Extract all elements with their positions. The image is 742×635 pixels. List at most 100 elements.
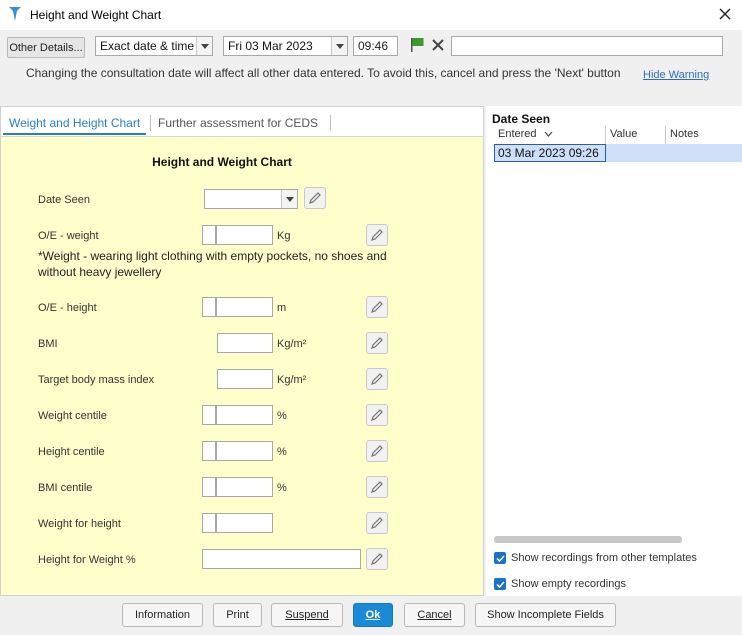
- pencil-icon: [371, 517, 383, 529]
- print-button[interactable]: Print: [213, 603, 262, 627]
- weight-centile-input[interactable]: [216, 405, 273, 425]
- column-header-entered[interactable]: Entered: [498, 128, 553, 144]
- pencil-icon: [371, 445, 383, 457]
- pencil-icon: [371, 337, 383, 349]
- bmi-unit: Kg/m²: [277, 338, 307, 350]
- consultation-free-text-input[interactable]: [451, 36, 723, 56]
- weight-qualifier-input[interactable]: [202, 225, 216, 245]
- date-change-warning: Changing the consultation date will affe…: [26, 66, 621, 80]
- cancel-button[interactable]: Cancel: [404, 603, 465, 627]
- clear-icon[interactable]: [430, 37, 446, 53]
- bmi-centile-unit: %: [277, 482, 287, 494]
- horizontal-scrollbar[interactable]: [494, 536, 682, 543]
- recordings-panel-title: Date Seen: [492, 112, 551, 126]
- form-title: Height and Weight Chart: [152, 155, 292, 169]
- pencil-icon: [371, 301, 383, 313]
- weight-centile-qualifier-input[interactable]: [202, 405, 216, 425]
- field-label-target-bmi: Target body mass index: [38, 374, 155, 386]
- form-area: Height and Weight Chart Date Seen O/E - …: [1, 137, 483, 595]
- bmi-edit-button[interactable]: [366, 332, 388, 354]
- time-input[interactable]: 09:46: [353, 36, 398, 56]
- height-centile-edit-button[interactable]: [366, 440, 388, 462]
- consultation-toolbar: Other Details... Exact date & time Fri 0…: [0, 30, 742, 92]
- bmi-centile-edit-button[interactable]: [366, 476, 388, 498]
- dialog-button-bar: Information Print Suspend Ok Cancel Show…: [0, 596, 742, 635]
- height-unit: m: [277, 302, 287, 314]
- show-empty-recordings-option[interactable]: Show empty recordings: [494, 576, 626, 592]
- tab-weight-and-height-chart[interactable]: Weight and Height Chart: [3, 113, 147, 135]
- chevron-down-icon[interactable]: [281, 190, 297, 208]
- date-value: Fri 03 Mar 2023: [228, 39, 313, 53]
- date-picker[interactable]: Fri 03 Mar 2023: [223, 36, 348, 56]
- column-divider: [665, 126, 666, 144]
- chevron-down-icon[interactable]: [331, 37, 347, 55]
- date-seen-select[interactable]: [204, 189, 298, 209]
- tab-divider: [150, 115, 151, 131]
- field-label-height-centile: Height centile: [38, 446, 105, 458]
- target-bmi-edit-button[interactable]: [366, 368, 388, 390]
- height-for-weight-edit-button[interactable]: [366, 548, 388, 570]
- tab-divider: [330, 115, 331, 131]
- height-input[interactable]: [216, 297, 273, 317]
- pencil-icon: [371, 229, 383, 241]
- suspend-button[interactable]: Suspend: [271, 603, 343, 627]
- flag-icon[interactable]: [409, 37, 425, 53]
- height-centile-qualifier-input[interactable]: [202, 441, 216, 461]
- field-label-weight-for-height: Weight for height: [38, 518, 121, 530]
- bmi-centile-qualifier-input[interactable]: [202, 477, 216, 497]
- close-button[interactable]: [712, 2, 738, 26]
- show-incomplete-fields-button[interactable]: Show Incomplete Fields: [475, 603, 616, 627]
- field-label-oe-weight: O/E - weight: [38, 230, 99, 242]
- target-bmi-unit: Kg/m²: [277, 374, 307, 386]
- app-logo-icon: [9, 7, 21, 21]
- weight-edit-button[interactable]: [366, 224, 388, 246]
- hide-warning-link[interactable]: Hide Warning: [643, 69, 709, 81]
- field-label-date-seen: Date Seen: [38, 194, 90, 206]
- date-mode-value: Exact date & time: [100, 39, 195, 53]
- bmi-centile-input[interactable]: [216, 477, 273, 497]
- height-qualifier-input[interactable]: [202, 297, 216, 317]
- show-other-templates-option[interactable]: Show recordings from other templates: [494, 550, 697, 566]
- height-for-weight-input[interactable]: [202, 549, 361, 569]
- weight-input[interactable]: [216, 225, 273, 245]
- target-bmi-input[interactable]: [217, 369, 273, 389]
- show-empty-recordings-label: Show empty recordings: [511, 578, 626, 590]
- weight-for-height-input[interactable]: [216, 513, 273, 533]
- column-header-notes[interactable]: Notes: [670, 128, 699, 144]
- show-other-templates-label: Show recordings from other templates: [511, 552, 697, 564]
- entered-cell[interactable]: 03 Mar 2023 09:26: [494, 144, 606, 162]
- date-mode-select[interactable]: Exact date & time: [95, 36, 213, 56]
- date-seen-edit-button[interactable]: [304, 187, 326, 209]
- field-label-oe-height: O/E - height: [38, 302, 97, 314]
- bmi-input[interactable]: [217, 333, 273, 353]
- chevron-down-icon[interactable]: [196, 37, 212, 55]
- height-centile-unit: %: [277, 446, 287, 458]
- weight-centile-edit-button[interactable]: [366, 404, 388, 426]
- pencil-icon: [371, 553, 383, 565]
- template-tabs: Weight and Height Chart Further assessme…: [1, 107, 483, 137]
- column-header-entered-label: Entered: [498, 128, 537, 140]
- checkbox-checked-icon[interactable]: [494, 578, 506, 590]
- ok-button[interactable]: Ok: [353, 603, 393, 627]
- field-label-weight-centile: Weight centile: [38, 410, 107, 422]
- height-centile-input[interactable]: [216, 441, 273, 461]
- field-label-height-for-weight: Height for Weight %: [38, 554, 136, 566]
- recordings-panel: Date Seen Entered Value Notes 03 Mar 202…: [486, 106, 742, 596]
- column-divider: [605, 126, 606, 144]
- tab-further-assessment-ceds[interactable]: Further assessment for CEDS: [152, 113, 324, 135]
- field-label-bmi: BMI: [38, 338, 58, 350]
- pencil-icon: [309, 192, 321, 204]
- pencil-icon: [371, 481, 383, 493]
- information-button[interactable]: Information: [122, 603, 203, 627]
- column-header-value[interactable]: Value: [610, 128, 637, 144]
- title-bar: Height and Weight Chart: [0, 0, 742, 30]
- other-details-button[interactable]: Other Details...: [7, 37, 85, 58]
- weight-for-height-qualifier-input[interactable]: [202, 513, 216, 533]
- weight-for-height-edit-button[interactable]: [366, 512, 388, 534]
- height-edit-button[interactable]: [366, 296, 388, 318]
- template-form-panel: Weight and Height Chart Further assessme…: [0, 106, 484, 596]
- checkbox-checked-icon[interactable]: [494, 552, 506, 564]
- pencil-icon: [371, 373, 383, 385]
- pencil-icon: [371, 409, 383, 421]
- field-label-bmi-centile: BMI centile: [38, 482, 93, 494]
